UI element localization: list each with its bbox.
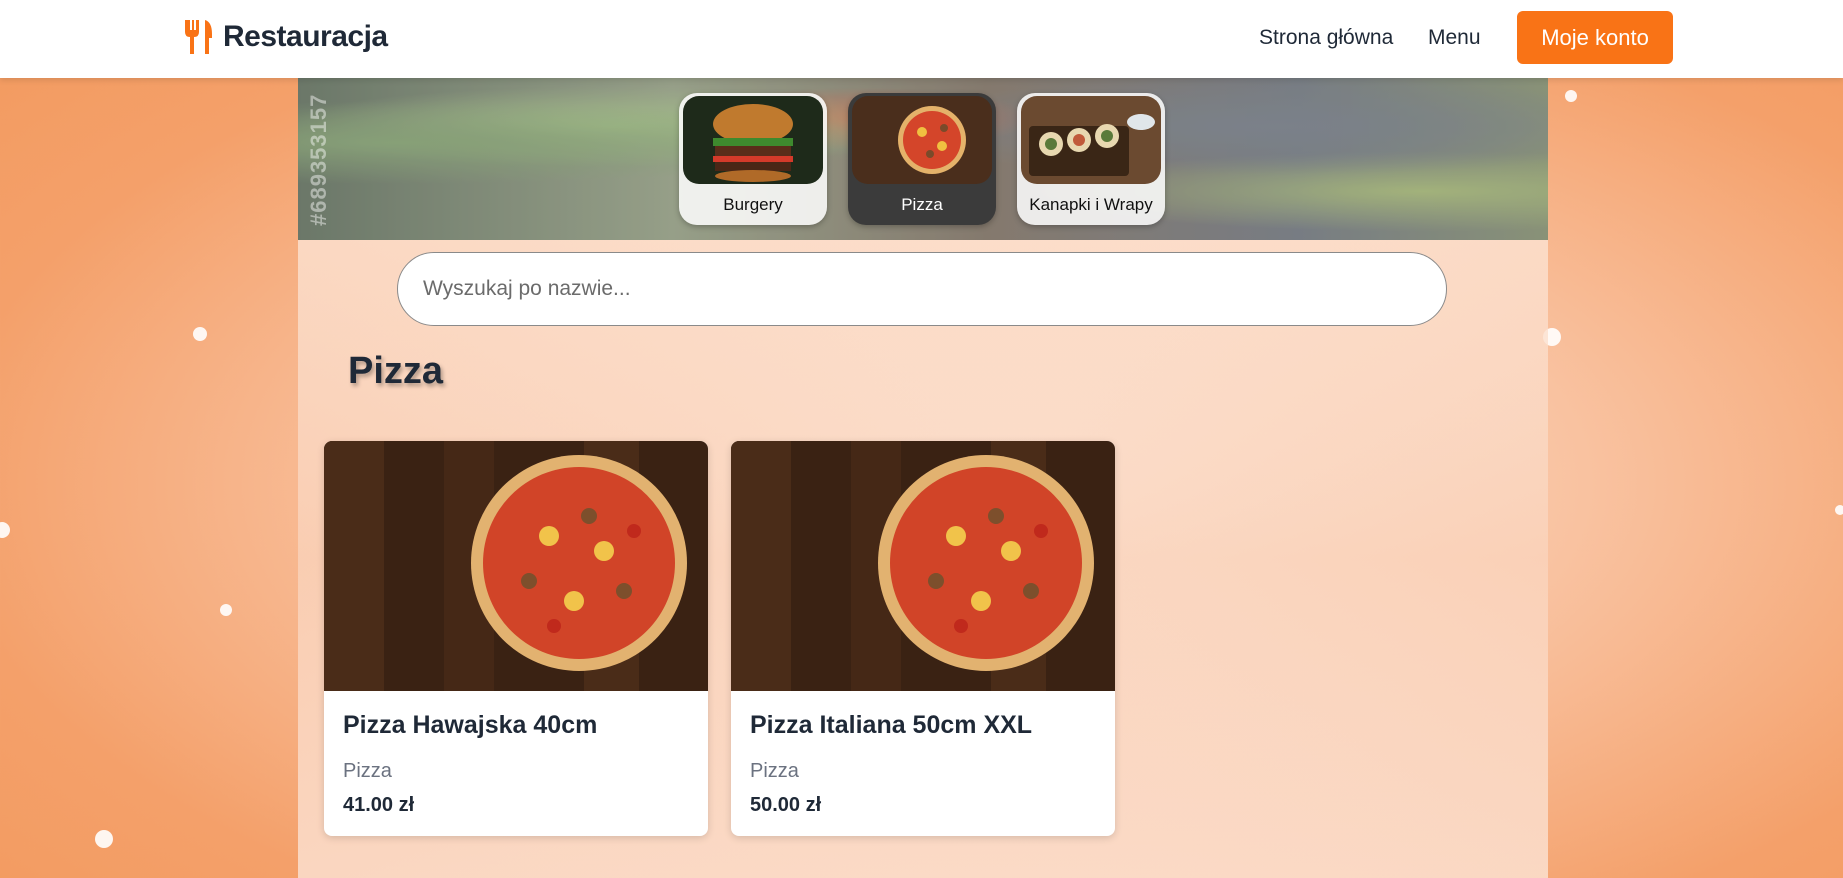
menu-panel: #689353157 Burgery Pizza Kanapki i Wrapy… bbox=[298, 78, 1548, 878]
search-input[interactable] bbox=[397, 252, 1447, 326]
category-kanapki-wrapy[interactable]: Kanapki i Wrapy bbox=[1017, 93, 1165, 225]
product-image bbox=[731, 441, 1115, 691]
my-account-button[interactable]: Moje konto bbox=[1517, 11, 1673, 64]
bokeh-dot bbox=[1835, 505, 1843, 515]
utensils-icon bbox=[185, 20, 212, 54]
category-label: Pizza bbox=[901, 195, 943, 214]
category-burgery[interactable]: Burgery bbox=[679, 93, 827, 225]
wraps-image bbox=[1021, 96, 1161, 184]
category-banner: #689353157 Burgery Pizza Kanapki i Wrapy bbox=[298, 78, 1548, 240]
bokeh-dot bbox=[193, 327, 207, 341]
top-navbar: Restauracja Strona główna Menu Moje kont… bbox=[0, 0, 1843, 78]
burger-image bbox=[683, 96, 823, 184]
product-price: 41.00 zł bbox=[343, 794, 415, 816]
nav-menu-link[interactable]: Menu bbox=[1428, 26, 1481, 50]
section-title: Pizza bbox=[348, 350, 444, 392]
product-card[interactable]: Pizza Italiana 50cm XXL Pizza 50.00 zł bbox=[731, 441, 1115, 836]
banner-watermark: #689353157 bbox=[306, 93, 331, 226]
pizza-image bbox=[852, 96, 992, 184]
bokeh-dot bbox=[0, 522, 10, 538]
category-pizza[interactable]: Pizza bbox=[848, 93, 996, 225]
product-card[interactable]: Pizza Hawajska 40cm Pizza 41.00 zł bbox=[324, 441, 708, 836]
logo[interactable]: Restauracja bbox=[183, 20, 388, 54]
product-category: Pizza bbox=[750, 760, 799, 782]
category-label: Kanapki i Wrapy bbox=[1029, 195, 1153, 214]
product-category: Pizza bbox=[343, 760, 392, 782]
brand-name: Restauracja bbox=[223, 20, 388, 53]
bokeh-dot bbox=[1565, 90, 1577, 102]
product-name: Pizza Italiana 50cm XXL bbox=[750, 711, 1033, 739]
category-label: Burgery bbox=[723, 195, 783, 214]
product-price: 50.00 zł bbox=[750, 794, 822, 816]
bokeh-dot bbox=[220, 604, 232, 616]
product-image bbox=[324, 441, 708, 691]
nav-home-link[interactable]: Strona główna bbox=[1259, 26, 1393, 50]
product-name: Pizza Hawajska 40cm bbox=[343, 711, 598, 739]
bokeh-dot bbox=[95, 830, 113, 848]
